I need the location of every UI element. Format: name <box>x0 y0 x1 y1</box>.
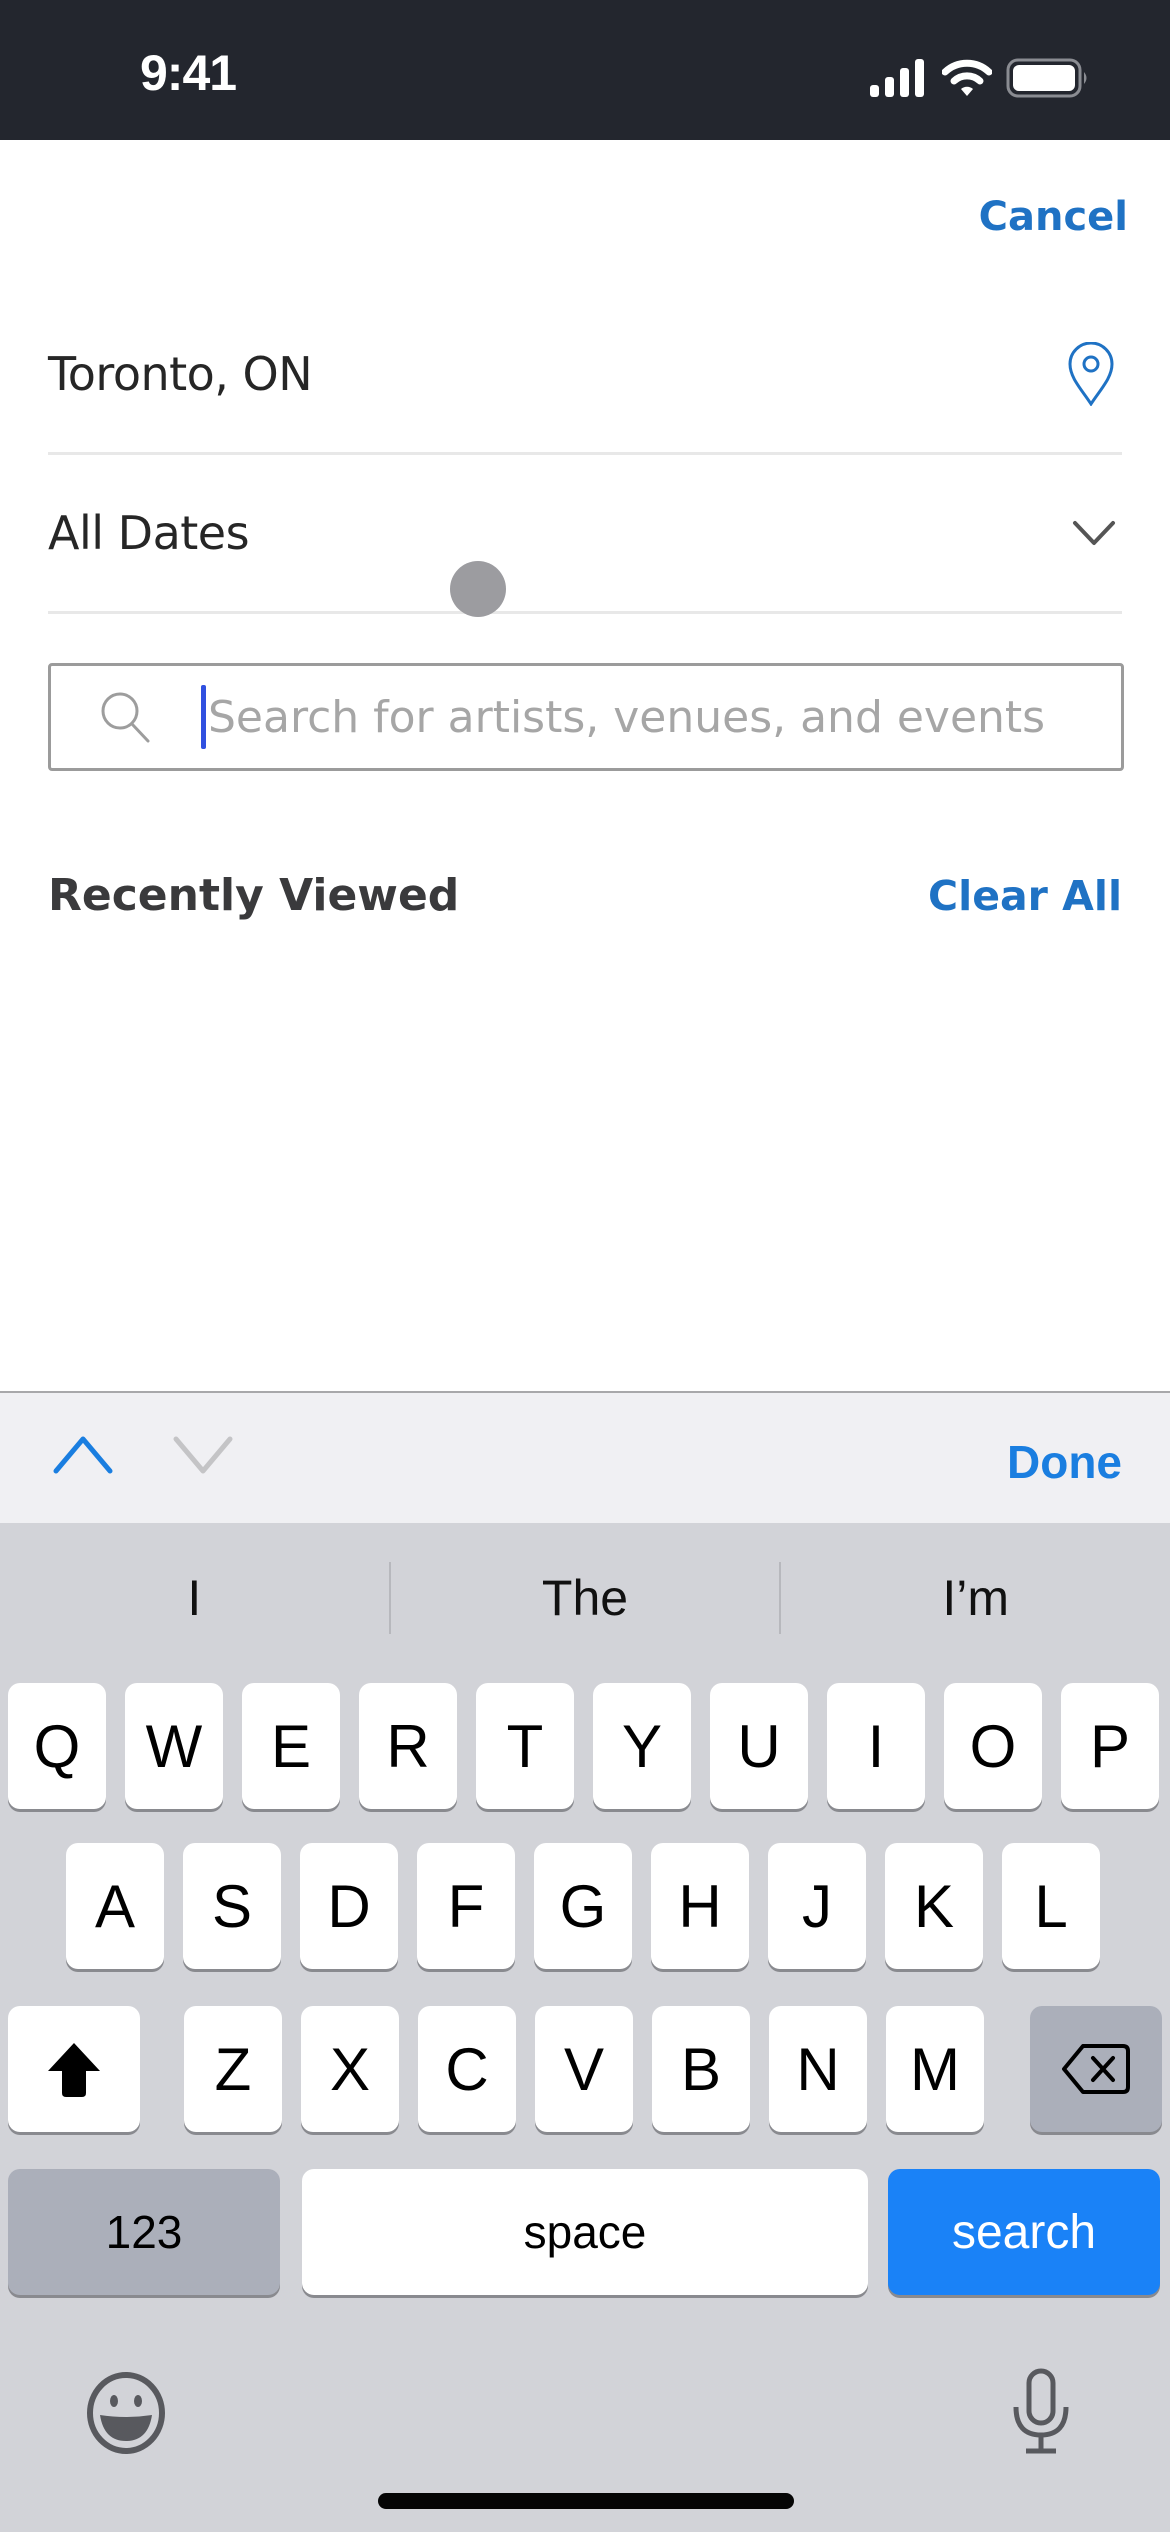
dates-value: All Dates <box>48 506 250 560</box>
microphone-icon[interactable] <box>1008 2367 1074 2457</box>
emoji-icon[interactable] <box>84 2371 168 2455</box>
key-s[interactable]: S <box>183 1843 281 1969</box>
key-j[interactable]: J <box>768 1843 866 1969</box>
key-d[interactable]: D <box>300 1843 398 1969</box>
location-value: Toronto, ON <box>48 347 313 401</box>
key-z[interactable]: Z <box>184 2006 282 2132</box>
location-pin-icon[interactable] <box>1066 342 1116 406</box>
chevron-down-icon <box>1073 521 1115 545</box>
key-g[interactable]: G <box>534 1843 632 1969</box>
key-n[interactable]: N <box>769 2006 867 2132</box>
key-c[interactable]: C <box>418 2006 516 2132</box>
key-w[interactable]: W <box>125 1683 223 1809</box>
key-f[interactable]: F <box>417 1843 515 1969</box>
numbers-key[interactable]: 123 <box>8 2169 280 2295</box>
text-cursor <box>201 685 206 749</box>
chevron-up-icon[interactable] <box>50 1433 116 1477</box>
battery-icon <box>1006 58 1087 98</box>
key-k[interactable]: K <box>885 1843 983 1969</box>
touch-indicator <box>450 561 506 617</box>
key-i[interactable]: I <box>827 1683 925 1809</box>
key-y[interactable]: Y <box>593 1683 691 1809</box>
key-b[interactable]: B <box>652 2006 750 2132</box>
prediction-bar: I The I’m <box>0 1523 1170 1673</box>
keyboard: I The I’m QWERTYUIOPASDFGHJKLZXCVBNM 123… <box>0 1523 1170 2532</box>
key-e[interactable]: E <box>242 1683 340 1809</box>
key-l[interactable]: L <box>1002 1843 1100 1969</box>
chevron-down-icon[interactable] <box>170 1433 236 1477</box>
search-icon <box>101 692 150 743</box>
key-p[interactable]: P <box>1061 1683 1159 1809</box>
status-time: 9:41 <box>140 45 237 101</box>
prediction-suggestion[interactable]: I’m <box>781 1569 1170 1627</box>
key-x[interactable]: X <box>301 2006 399 2132</box>
backspace-icon <box>1062 2044 1130 2094</box>
search-input[interactable] <box>208 682 1121 752</box>
status-icons <box>870 58 1090 98</box>
keyboard-accessory-bar: Done <box>0 1391 1170 1525</box>
cellular-signal-icon <box>870 59 924 97</box>
shift-key[interactable] <box>8 2006 140 2132</box>
key-h[interactable]: H <box>651 1843 749 1969</box>
dates-dropdown[interactable]: All Dates <box>48 455 1122 614</box>
clear-all-button[interactable]: Clear All <box>928 872 1122 920</box>
key-u[interactable]: U <box>710 1683 808 1809</box>
key-t[interactable]: T <box>476 1683 574 1809</box>
done-button[interactable]: Done <box>1007 1435 1122 1489</box>
home-indicator <box>378 2493 794 2509</box>
key-q[interactable]: Q <box>8 1683 106 1809</box>
location-field[interactable]: Toronto, ON <box>48 296 1122 455</box>
prediction-suggestion[interactable]: The <box>391 1569 780 1627</box>
shift-icon <box>48 2043 100 2097</box>
key-a[interactable]: A <box>66 1843 164 1969</box>
key-v[interactable]: V <box>535 2006 633 2132</box>
key-m[interactable]: M <box>886 2006 984 2132</box>
recently-viewed-heading: Recently Viewed <box>48 870 460 921</box>
search-box[interactable] <box>48 663 1124 771</box>
status-bar: 9:41 <box>0 0 1170 140</box>
prediction-suggestion[interactable]: I <box>0 1569 389 1627</box>
space-key[interactable]: space <box>302 2169 868 2295</box>
search-key[interactable]: search <box>888 2169 1160 2295</box>
wifi-icon <box>942 59 992 96</box>
key-r[interactable]: R <box>359 1683 457 1809</box>
delete-key[interactable] <box>1030 2006 1162 2132</box>
key-o[interactable]: O <box>944 1683 1042 1809</box>
cancel-button[interactable]: Cancel <box>979 194 1128 240</box>
